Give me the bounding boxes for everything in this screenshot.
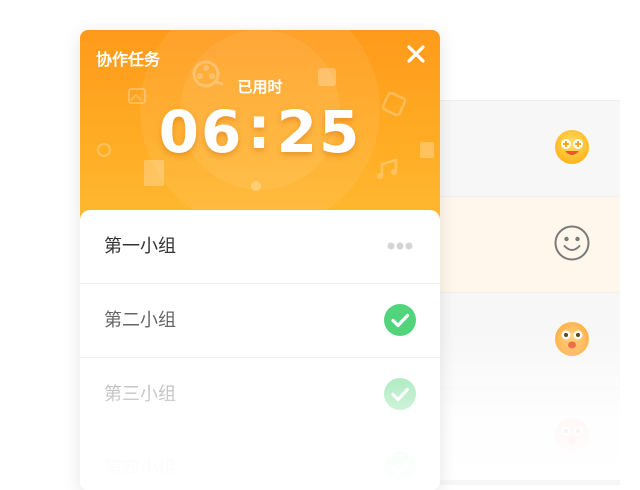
group-row[interactable]: 第三小组 — [80, 358, 440, 431]
check-circle-icon — [384, 304, 416, 336]
group-row[interactable]: 第四小组 — [80, 432, 440, 490]
collaboration-task-panel: 协作任务 已用时 06:25 第一小组 第二小组 第三小组 第四小组 — [80, 30, 440, 490]
elapsed-timer: 06:25 — [80, 94, 440, 166]
surprised-emoji-icon — [554, 417, 590, 457]
gear-doodle-icon — [251, 181, 261, 191]
background-row — [420, 388, 620, 485]
background-row-highlighted — [420, 196, 620, 293]
panel-title: 协作任务 — [96, 50, 161, 69]
background-row — [420, 100, 620, 197]
timer-header: 协作任务 已用时 06:25 — [80, 30, 440, 230]
group-label: 第四小组 — [104, 458, 176, 479]
surprised-emoji-icon — [554, 321, 590, 361]
group-label: 第一小组 — [104, 236, 176, 257]
smile-outline-icon — [554, 225, 590, 265]
group-label: 第二小组 — [104, 310, 176, 331]
close-button[interactable] — [404, 42, 428, 66]
background-list — [420, 0, 620, 485]
check-circle-icon — [384, 378, 416, 410]
check-circle-icon — [384, 452, 416, 484]
timer-seconds: 25 — [276, 98, 362, 166]
close-icon — [407, 45, 425, 63]
group-list: 第一小组 第二小组 第三小组 第四小组 — [80, 210, 440, 490]
background-row — [420, 4, 620, 100]
star-eyes-emoji-icon — [554, 129, 590, 169]
group-label: 第三小组 — [104, 384, 176, 405]
group-row[interactable]: 第一小组 — [80, 210, 440, 284]
more-dots-icon — [387, 242, 413, 250]
group-row[interactable]: 第二小组 — [80, 284, 440, 358]
background-row — [420, 292, 620, 389]
timer-separator: : — [247, 94, 273, 162]
timer-minutes: 06 — [158, 98, 244, 166]
